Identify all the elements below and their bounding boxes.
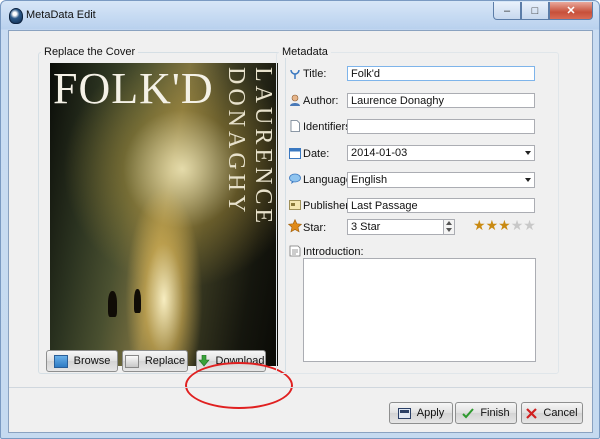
author-input[interactable]: Laurence Donaghy: [347, 93, 535, 108]
replace-icon: [124, 354, 139, 368]
date-label: Date:: [303, 148, 330, 160]
browse-button-label: Browse: [73, 355, 111, 367]
cancel-button-label: Cancel: [543, 407, 578, 419]
title-label: Title:: [303, 68, 327, 80]
title-icon: [290, 69, 300, 79]
cover-figure: [108, 291, 117, 317]
chevron-down-icon[interactable]: [525, 178, 531, 182]
chevron-down-icon[interactable]: [446, 228, 452, 232]
cancel-x-icon: [526, 407, 538, 419]
language-icon: [289, 173, 301, 184]
cover-figure: [134, 289, 141, 313]
checkmark-icon: [462, 407, 475, 418]
footer-divider: [9, 387, 592, 388]
star-empty-icon[interactable]: ★: [511, 218, 524, 232]
star-spinbox[interactable]: 3 Star: [347, 219, 455, 235]
star-value: 3 Star: [351, 221, 381, 233]
apply-icon: [397, 407, 411, 419]
chevron-down-icon[interactable]: [525, 151, 531, 155]
chevron-up-icon[interactable]: [446, 221, 452, 225]
introduction-icon: [289, 245, 301, 257]
apply-button[interactable]: Apply: [389, 402, 453, 424]
publishers-input[interactable]: Last Passage: [347, 198, 535, 213]
language-value: English: [351, 174, 388, 186]
star-empty-icon[interactable]: ★: [523, 218, 536, 232]
window-title: MetaData Edit: [26, 9, 96, 21]
publisher-icon: [289, 200, 301, 210]
metadata-edit-window: MetaData Edit – □ ✕ Replace the Cover FO…: [0, 0, 600, 439]
spin-arrows[interactable]: [443, 220, 454, 234]
finish-button[interactable]: Finish: [455, 402, 517, 424]
introduction-textarea[interactable]: [303, 258, 536, 362]
star-filled-icon[interactable]: ★: [498, 218, 511, 232]
metadata-group-label: Metadata: [279, 46, 331, 58]
author-icon: [290, 94, 300, 106]
star-filled-icon[interactable]: ★: [486, 218, 499, 232]
replace-button[interactable]: Replace: [122, 350, 188, 372]
window-controls: – □ ✕: [493, 2, 593, 20]
star-filled-icon[interactable]: ★: [473, 218, 486, 232]
browse-button[interactable]: Browse: [46, 350, 118, 372]
title-input[interactable]: Folk'd: [347, 66, 535, 81]
apply-button-label: Apply: [416, 407, 445, 419]
maximize-icon: □: [531, 4, 539, 17]
calendar-icon: [289, 148, 301, 159]
cover-image: FOLK'D LAURENCE DONAGHY: [50, 63, 278, 366]
introduction-label: Introduction:: [303, 246, 364, 258]
replace-button-label: Replace: [144, 355, 186, 367]
cover-group-label: Replace the Cover: [41, 46, 139, 58]
cover-title: FOLK'D: [53, 64, 214, 113]
star-icon: [288, 219, 302, 233]
star-rating[interactable]: ★ ★ ★ ★ ★: [473, 218, 536, 232]
identifiers-input[interactable]: [347, 119, 535, 134]
dialog-client-area: Replace the Cover FOLK'D LAURENCE DONAGH…: [8, 30, 593, 433]
app-icon: [9, 8, 23, 24]
star-label: Star:: [303, 222, 327, 234]
finish-button-label: Finish: [480, 407, 510, 419]
date-picker[interactable]: 2014-01-03: [347, 145, 535, 161]
minimize-icon: –: [503, 4, 511, 17]
document-icon: [290, 120, 300, 132]
close-button[interactable]: ✕: [549, 2, 593, 20]
title-bar[interactable]: MetaData Edit – □ ✕: [1, 1, 599, 29]
close-icon: ✕: [566, 5, 576, 17]
image-icon: [53, 354, 68, 368]
maximize-button[interactable]: □: [521, 2, 549, 20]
cancel-button[interactable]: Cancel: [521, 402, 583, 424]
minimize-button[interactable]: –: [493, 2, 521, 20]
date-value: 2014-01-03: [351, 147, 408, 159]
cover-author: LAURENCE DONAGHY: [223, 67, 276, 227]
language-select[interactable]: English: [347, 172, 535, 188]
author-label: Author:: [303, 95, 339, 107]
